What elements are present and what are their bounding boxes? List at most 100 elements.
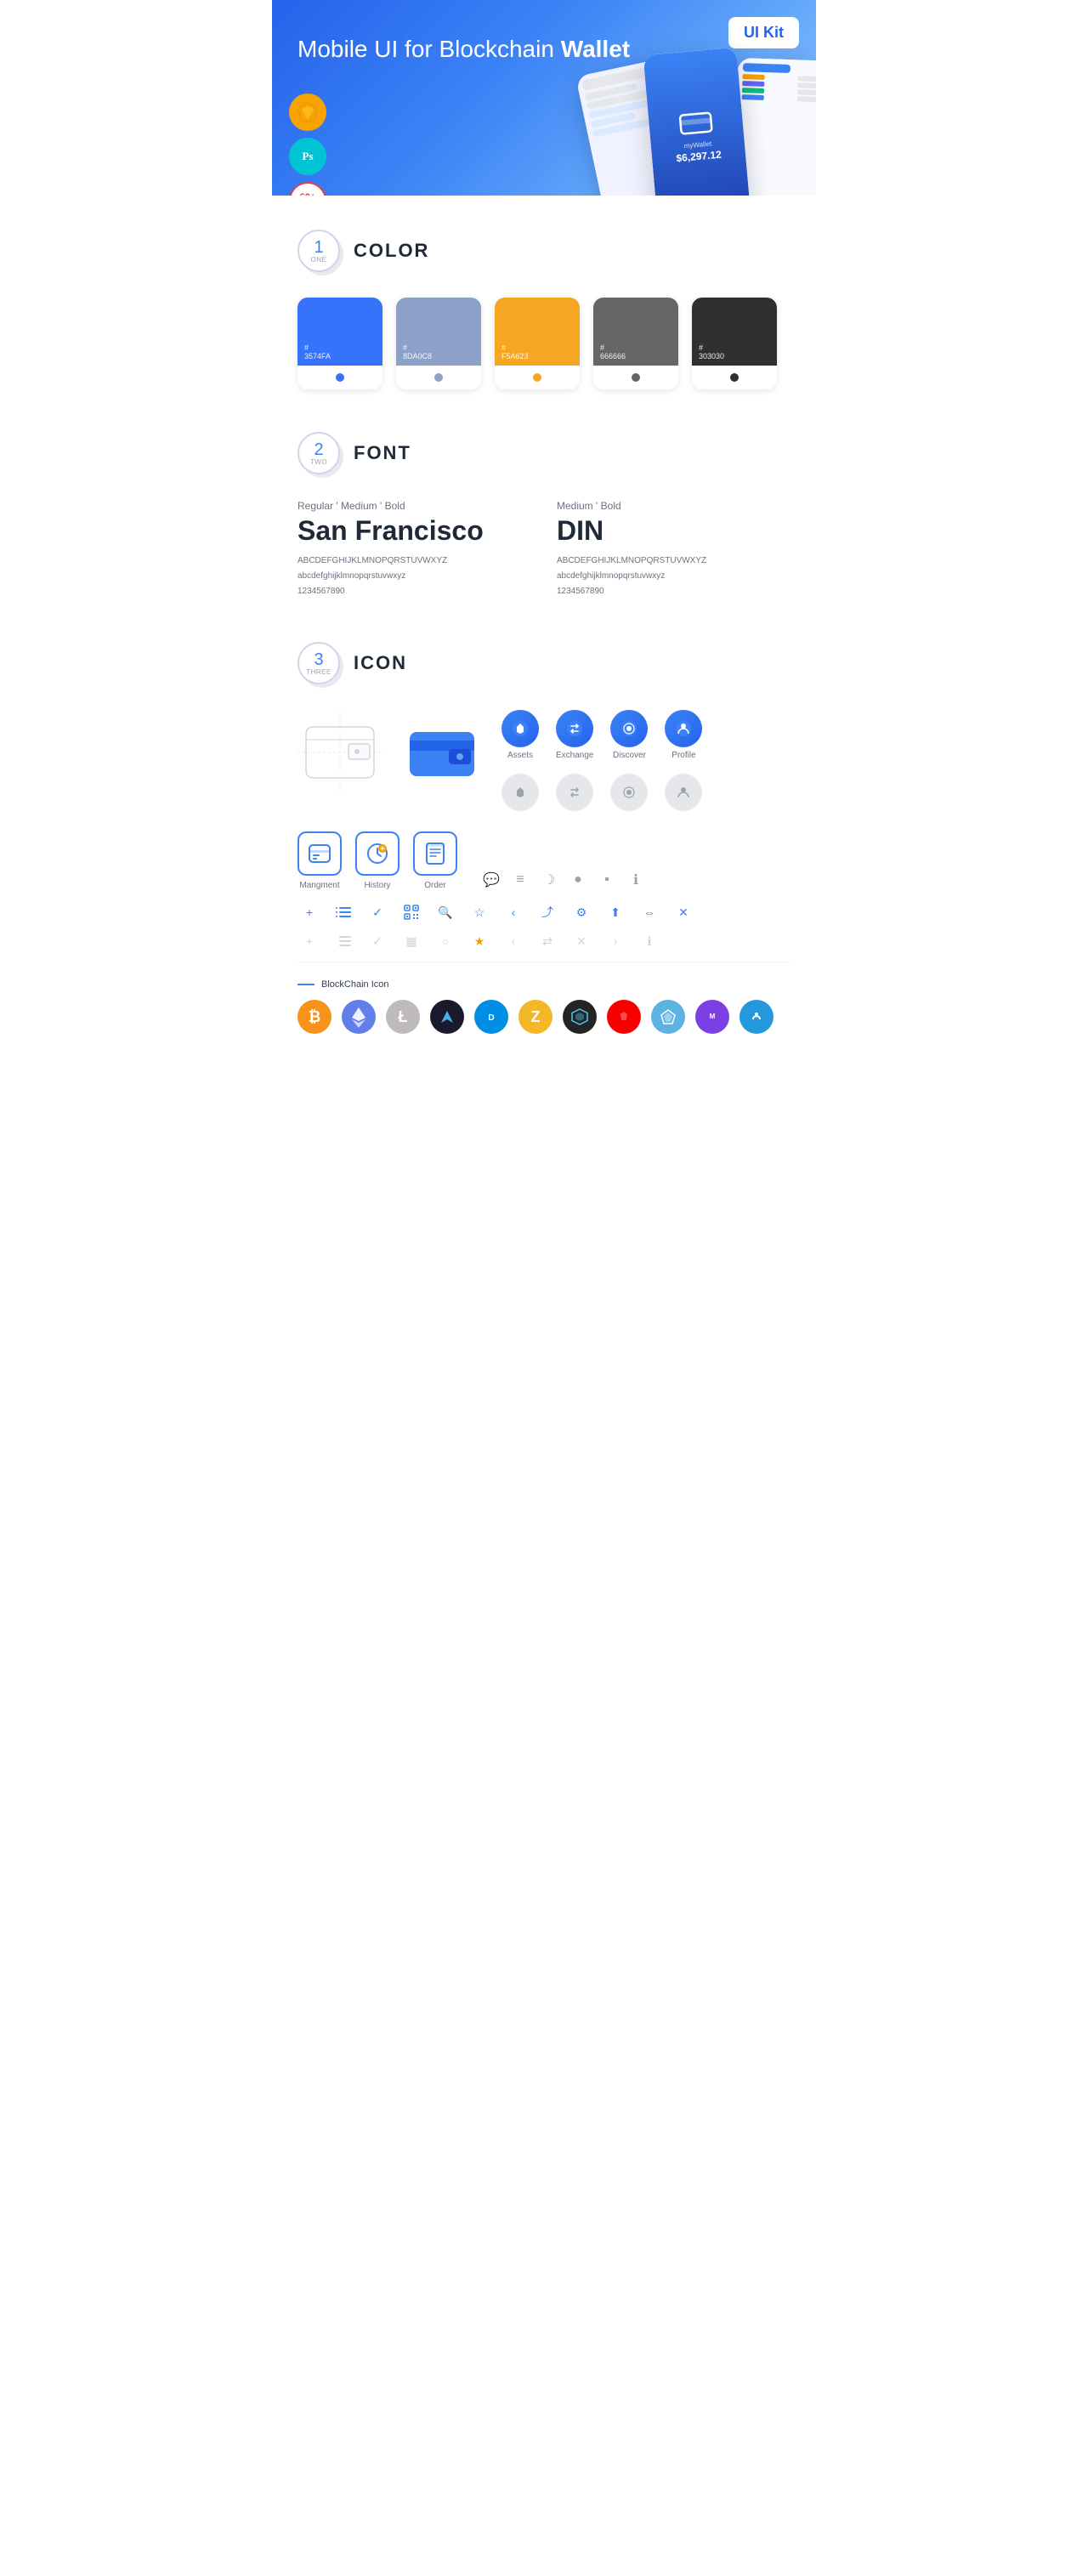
color-section: 1 ONE COLOR #3574FA #8DA0C8	[298, 230, 790, 389]
inline-icons-group: 💬 ≡ ☽ ● ▪ ℹ	[481, 870, 646, 890]
discover-nav-item: Discover	[610, 710, 648, 760]
management-icons-row: Mangment History	[298, 831, 790, 890]
order-icon-item: Order	[413, 831, 457, 890]
forward-icon-gray: ›	[604, 929, 627, 953]
arrows-icon-gray: ⇄	[536, 929, 559, 953]
stratis-icon	[740, 1000, 774, 1034]
icon-section-header: 3 THREE ICON	[298, 642, 790, 684]
discover-gray-icon	[610, 774, 648, 811]
search-icon-gray: ○	[434, 929, 457, 953]
back-icon: ‹	[502, 900, 525, 924]
exchange-icon	[556, 710, 593, 747]
bubble-icon: ▪	[597, 870, 617, 890]
count-badge: 60+ Screens	[289, 182, 326, 196]
order-icon	[413, 831, 457, 876]
action-icons-row-1: + ✓ 🔍 ☆ ‹ ⤴ ⚙ ⬆ ⇔ ✕	[298, 900, 790, 924]
management-icon-item: Mangment	[298, 831, 342, 890]
section-number-2: 2 TWO	[298, 432, 340, 474]
font-title: FONT	[354, 442, 411, 464]
colors-grid: #3574FA #8DA0C8 #F5A623	[298, 298, 790, 389]
check-icon-gray: ✓	[366, 929, 389, 953]
iota-icon	[563, 1000, 597, 1034]
phones-container: myWallet $6,297.12	[582, 51, 816, 196]
color-card-orange: #F5A623	[495, 298, 580, 389]
sf-name: San Francisco	[298, 515, 531, 547]
section-number-3: 3 THREE	[298, 642, 340, 684]
nav-icons-colored-row: Assets Exchange	[502, 710, 702, 760]
main-content: 1 ONE COLOR #3574FA #8DA0C8	[272, 196, 816, 1110]
matic-icon: M	[695, 1000, 729, 1034]
plus-icon: +	[298, 900, 321, 924]
phone-center: myWallet $6,297.12	[643, 48, 751, 196]
settings-icon: ⚙	[570, 900, 593, 924]
section-number-1: 1 ONE	[298, 230, 340, 272]
svg-text:D: D	[488, 1013, 494, 1023]
ui-kit-badge: UI Kit	[728, 17, 799, 48]
color-card-dark: #303030	[692, 298, 777, 389]
font-din: Medium ' Bold DIN ABCDEFGHIJKLMNOPQRSTUV…	[557, 500, 790, 599]
font-grid: Regular ' Medium ' Bold San Francisco AB…	[298, 500, 790, 599]
color-card-slate: #8DA0C8	[396, 298, 481, 389]
font-section: 2 TWO FONT Regular ' Medium ' Bold San F…	[298, 432, 790, 599]
blockchain-label-line	[298, 984, 314, 985]
sf-uppercase: ABCDEFGHIJKLMNOPQRSTUVWXYZ	[298, 553, 531, 569]
icon-section: 3 THREE ICON	[298, 642, 790, 1034]
hero-section: Mobile UI for Blockchain Wallet UI Kit P…	[272, 0, 816, 196]
history-icon-item: History	[355, 831, 400, 890]
icon-title: ICON	[354, 652, 407, 674]
din-uppercase: ABCDEFGHIJKLMNOPQRSTUVWXYZ	[557, 553, 790, 569]
profile-icon	[665, 710, 702, 747]
ark-icon	[607, 1000, 641, 1034]
info-icon: ℹ	[626, 870, 646, 890]
layers-icon: ≡	[510, 870, 530, 890]
din-style-label: Medium ' Bold	[557, 500, 790, 512]
list-icon-gray	[332, 929, 355, 953]
color-card-blue: #3574FA	[298, 298, 382, 389]
exchange-nav-item: Exchange	[556, 710, 593, 760]
qr-icon	[400, 900, 423, 924]
ps-badge: Ps	[289, 138, 326, 175]
search-icon: 🔍	[434, 900, 457, 924]
close-icon: ✕	[672, 900, 695, 924]
icon-showcase-row: Assets Exchange	[298, 710, 790, 811]
profile-gray-icon	[665, 774, 702, 811]
x-icon-gray: ✕	[570, 929, 593, 953]
check-icon: ✓	[366, 900, 389, 924]
discover-icon	[610, 710, 648, 747]
wallet-colored-icon	[400, 710, 484, 795]
share-icon: ⤴	[536, 900, 559, 924]
plus-icon-gray: +	[298, 929, 321, 953]
diamond-icon	[651, 1000, 685, 1034]
hero-title-normal: Mobile UI for Blockchain	[298, 36, 561, 62]
wallet-blueprint	[298, 710, 382, 795]
circle-icon: ●	[568, 870, 588, 890]
font-sf: Regular ' Medium ' Bold San Francisco AB…	[298, 500, 531, 599]
upload-icon: ⬆	[604, 900, 627, 924]
color-card-gray: #666666	[593, 298, 678, 389]
font-section-header: 2 TWO FONT	[298, 432, 790, 474]
wings-icon	[430, 1000, 464, 1034]
hero-badges: Ps 60+ Screens	[289, 94, 326, 196]
moon-icon: ☽	[539, 870, 559, 890]
dash-icon: D	[474, 1000, 508, 1034]
svg-text:M: M	[710, 1013, 716, 1020]
expand-icon: ⇔	[638, 900, 661, 924]
history-icon	[355, 831, 400, 876]
info-icon-gray: ℹ	[638, 929, 661, 953]
assets-icon	[502, 710, 539, 747]
color-title: COLOR	[354, 240, 429, 262]
din-numbers: 1234567890	[557, 584, 790, 599]
list-icon	[332, 900, 355, 924]
color-section-header: 1 ONE COLOR	[298, 230, 790, 272]
ethereum-icon	[342, 1000, 376, 1034]
din-lowercase: abcdefghijklmnopqrstuvwxyz	[557, 569, 790, 584]
crypto-icons-row: ₿ Ł	[298, 1000, 790, 1034]
chat-icon: 💬	[481, 870, 502, 890]
profile-nav-item: Profile	[665, 710, 702, 760]
qr-icon-gray: ▦	[400, 929, 423, 953]
sf-style-label: Regular ' Medium ' Bold	[298, 500, 531, 512]
blockchain-label: BlockChain Icon	[298, 979, 790, 990]
management-icon	[298, 831, 342, 876]
sf-lowercase: abcdefghijklmnopqrstuvwxyz	[298, 569, 531, 584]
litecoin-icon: Ł	[386, 1000, 420, 1034]
